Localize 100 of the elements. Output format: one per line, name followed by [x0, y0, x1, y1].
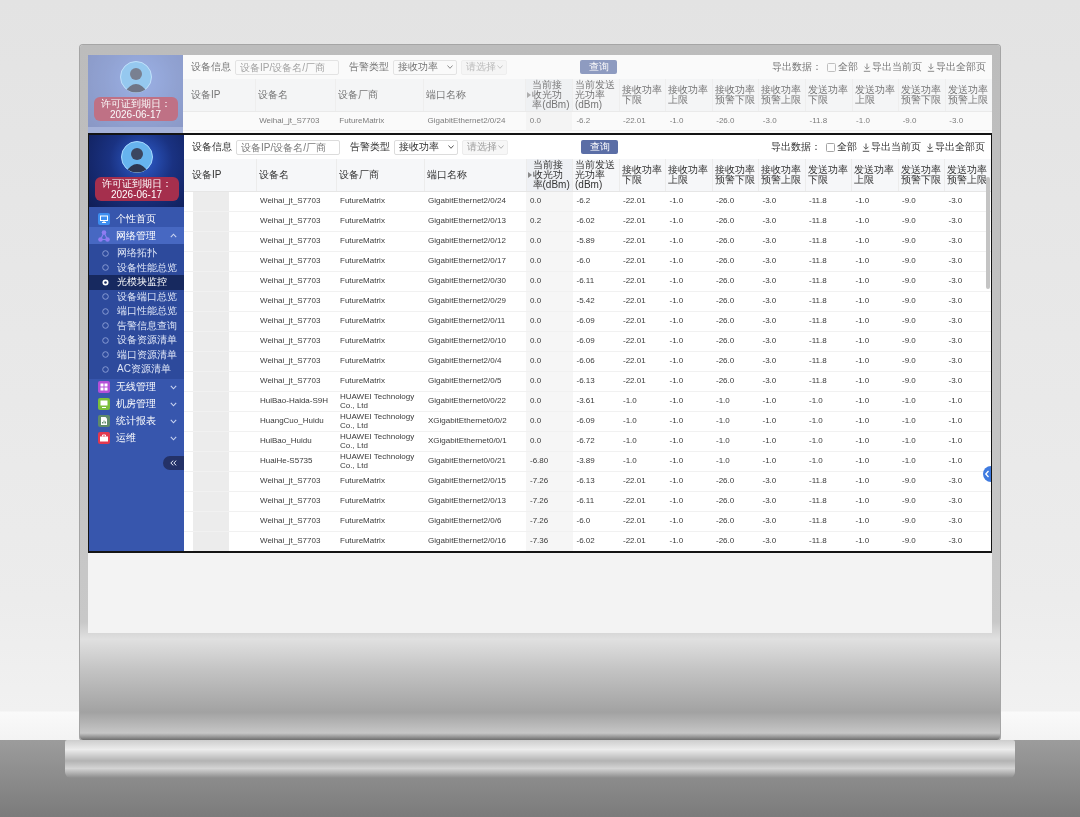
menu-item[interactable]: 运维: [89, 429, 184, 447]
table-cell: HuaiHe-S5735: [256, 451, 336, 472]
column-header[interactable]: 设备厂商: [335, 79, 424, 112]
checkbox[interactable]: [827, 62, 836, 72]
table-cell: -1.0: [665, 291, 712, 312]
scrollbar-thumb[interactable]: [986, 177, 990, 289]
column-header[interactable]: 发送功率下限: [805, 79, 853, 112]
table-cell: -22.01: [619, 291, 666, 312]
menu-item[interactable]: 无线管理: [89, 378, 184, 396]
column-header[interactable]: 接收功率上限: [665, 79, 713, 112]
column-header[interactable]: 当前发送光功率(dBm): [572, 159, 619, 192]
collapse-button[interactable]: [163, 455, 184, 470]
table-cell: -1.0: [665, 491, 712, 512]
submenu-item[interactable]: AC资源清单: [89, 362, 184, 377]
table-cell: -3.0: [944, 491, 991, 512]
table-cell: -7.26: [526, 471, 573, 492]
query-button[interactable]: 查询: [581, 140, 618, 154]
column-header[interactable]: 发送功率下限: [805, 159, 852, 192]
export-all-option[interactable]: 全部: [827, 61, 858, 73]
table-cell: -22.01: [619, 471, 666, 492]
table-cell: HuiBao_Huidu: [256, 431, 336, 452]
column-header[interactable]: 设备名: [256, 159, 336, 192]
table-cell: 0.0: [526, 391, 573, 412]
column-header[interactable]: 接收功率上限: [665, 159, 712, 192]
export-all-option[interactable]: 全部: [826, 141, 857, 153]
submenu-item[interactable]: 网络拓扑: [89, 246, 184, 261]
export-link[interactable]: 导出全部页: [927, 61, 986, 73]
device-search-field[interactable]: 设备IP/设备名/厂商: [236, 139, 340, 155]
column-header[interactable]: 接收功率预警下限: [712, 159, 759, 192]
table-cell: -3.0: [758, 291, 805, 312]
table-cell: -26.0: [712, 211, 759, 232]
table-cell: -9.0: [898, 511, 945, 532]
caret-icon: [448, 145, 454, 149]
table-cell: -1.0: [851, 531, 898, 551]
chevron-tab-icon[interactable]: [982, 466, 991, 482]
checkbox[interactable]: [826, 142, 835, 152]
table-cell: -3.0: [944, 351, 991, 372]
column-header[interactable]: 设备名: [255, 79, 336, 112]
table-cell: -1.0: [665, 391, 712, 412]
table-cell: -1.0: [665, 351, 712, 372]
table-cell: -7.26: [526, 511, 573, 532]
table-cell: HuiBao-Haida-S9H: [256, 391, 336, 412]
table-cell: -3.0: [758, 111, 806, 131]
menu-item[interactable]: 个性首页: [89, 210, 184, 227]
device-search-field[interactable]: 设备IP/设备名/厂商: [235, 59, 339, 75]
column-header[interactable]: 发送功率预警上限: [944, 159, 991, 192]
table-cell: -3.0: [758, 371, 805, 392]
column-header[interactable]: 发送功率预警下限: [898, 159, 945, 192]
column-header[interactable]: 设备IP: [183, 79, 256, 112]
bullet-icon: [102, 264, 109, 272]
submenu-item[interactable]: 光模块监控: [89, 275, 184, 290]
table-cell: -3.0: [758, 251, 805, 272]
column-header[interactable]: 设备厂商: [336, 159, 424, 192]
column-header[interactable]: 当前接收光功率(dBm): [526, 159, 573, 192]
column-header[interactable]: 接收功率下限: [619, 159, 666, 192]
submenu-item[interactable]: 端口性能总览: [89, 304, 184, 319]
submenu-item[interactable]: 告警信息查询: [89, 318, 184, 333]
table-cell: 0.2: [526, 211, 573, 232]
column-header[interactable]: 发送功率预警下限: [898, 79, 946, 112]
export-link[interactable]: 导出全部页: [926, 141, 985, 153]
submenu-item[interactable]: 设备性能总览: [89, 260, 184, 275]
table-cell: -1.0: [944, 431, 991, 452]
column-header[interactable]: 接收功率预警下限: [712, 79, 759, 112]
alarm-type-select[interactable]: 接收功率: [393, 59, 457, 75]
export-link[interactable]: 导出当前页: [862, 141, 921, 153]
table-cell: FutureMatrix: [336, 271, 424, 292]
license-expiry-badge: 许可证到期日：2026-06-17: [94, 177, 179, 201]
table-cell: Weihai_jt_S7703: [256, 491, 336, 512]
column-header[interactable]: 发送功率上限: [852, 79, 899, 112]
column-header[interactable]: 接收功率下限: [619, 79, 666, 112]
export-link[interactable]: 导出当前页: [863, 61, 922, 73]
menu-item[interactable]: 网络管理: [89, 227, 184, 244]
column-header[interactable]: 当前接收光功率(dBm): [525, 79, 573, 112]
alarm-type-select[interactable]: 接收功率: [394, 139, 458, 155]
table-cell: FutureMatrix: [336, 331, 424, 352]
table-cell: -9.0: [898, 471, 945, 492]
menu-item[interactable]: 机房管理: [89, 395, 184, 413]
column-header[interactable]: 发送功率上限: [851, 159, 898, 192]
table-cell: -1.0: [665, 271, 712, 292]
table-cell: 0.0: [526, 411, 573, 432]
table-cell: -22.01: [619, 191, 666, 212]
table-cell: GigabitEthernet2/0/24: [423, 111, 526, 131]
table-cell: -11.8: [805, 491, 852, 512]
bullet-icon: [102, 322, 109, 330]
table-cell: -7.36: [526, 531, 573, 551]
field-label: 告警类型: [349, 61, 389, 73]
submenu-item[interactable]: 设备资源清单: [89, 333, 184, 348]
column-header[interactable]: 当前发送光功率(dBm): [572, 79, 620, 112]
column-header[interactable]: 接收功率预警上限: [758, 79, 806, 112]
menu-item[interactable]: 统计报表: [89, 412, 184, 430]
column-header[interactable]: 发送功率预警上限: [945, 79, 992, 112]
submenu-item[interactable]: 设备端口总览: [89, 289, 184, 304]
submenu-item[interactable]: 端口资源清单: [89, 347, 184, 362]
table-cell: -3.0: [758, 311, 805, 332]
column-header[interactable]: 接收功率预警上限: [758, 159, 805, 192]
column-header[interactable]: 设备IP: [184, 159, 256, 192]
table-cell: Weihai_jt_S7703: [256, 311, 336, 332]
column-header[interactable]: 端口名称: [423, 79, 526, 112]
table-cell: -1.0: [665, 431, 712, 452]
column-header[interactable]: 端口名称: [424, 159, 526, 192]
